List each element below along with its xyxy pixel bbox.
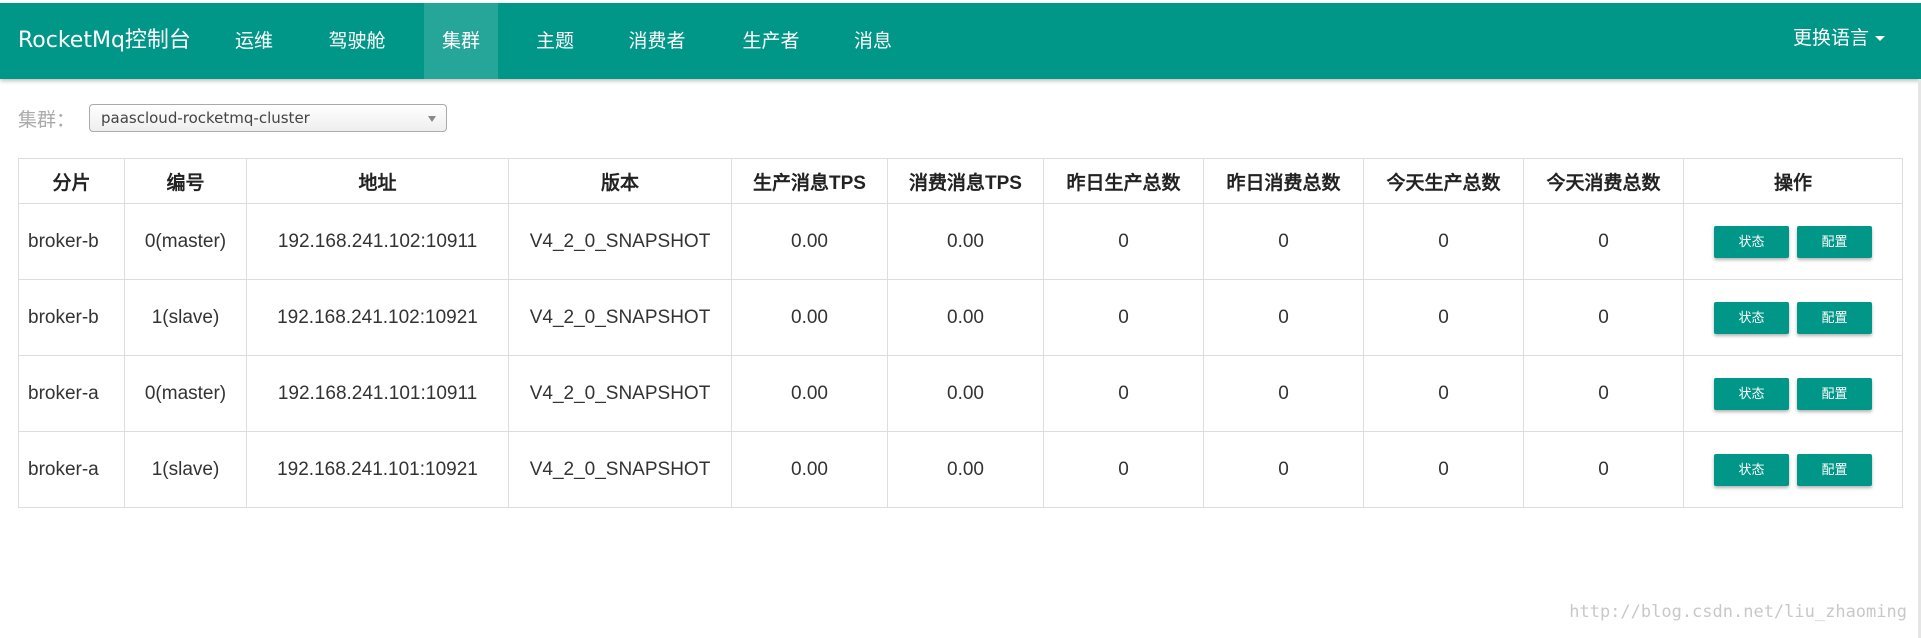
cell-shard: broker-a [18,431,125,508]
table-row: broker-b 0(master) 192.168.241.102:10911… [18,203,1903,280]
cell-today-consume: 0 [1523,431,1684,508]
status-button[interactable]: 状态 [1714,377,1789,410]
cell-address: 192.168.241.102:10911 [246,203,509,280]
cell-shard: broker-b [18,203,125,280]
cell-today-consume: 0 [1523,203,1684,280]
cell-actions: 状态 配置 [1683,355,1903,432]
cell-id: 1(slave) [124,431,247,508]
cell-yesterday-consume: 0 [1203,279,1364,356]
broker-table: 分片 编号 地址 版本 生产消息TPS 消费消息TPS 昨日生产总数 昨日消费总… [18,158,1903,508]
cluster-select[interactable]: paascloud-rocketmq-cluster [89,104,447,132]
cell-actions: 状态 配置 [1683,203,1903,280]
cell-consume-tps: 0.00 [887,279,1044,356]
cell-today-consume: 0 [1523,279,1684,356]
cell-actions: 状态 配置 [1683,279,1903,356]
nav-cluster[interactable]: 集群 [424,3,498,79]
cell-today-produce: 0 [1363,355,1524,432]
cell-yesterday-consume: 0 [1203,431,1364,508]
cell-today-consume: 0 [1523,355,1684,432]
cell-today-produce: 0 [1363,431,1524,508]
cell-yesterday-produce: 0 [1043,203,1204,280]
column-header: 编号 [124,158,247,204]
cell-produce-tps: 0.00 [731,431,888,508]
cell-consume-tps: 0.00 [887,355,1044,432]
cell-consume-tps: 0.00 [887,203,1044,280]
cell-shard: broker-b [18,279,125,356]
nav-consumer[interactable]: 消费者 [610,3,704,79]
cell-address: 192.168.241.101:10911 [246,355,509,432]
column-header: 地址 [246,158,509,204]
column-header: 今天消费总数 [1523,158,1684,204]
config-button[interactable]: 配置 [1797,225,1872,258]
status-button[interactable]: 状态 [1714,301,1789,334]
table-row: broker-a 1(slave) 192.168.241.101:10921 … [18,431,1903,508]
cluster-label: 集群： [18,109,76,131]
config-button[interactable]: 配置 [1797,377,1872,410]
cluster-select-value: paascloud-rocketmq-cluster [101,109,310,127]
cell-today-produce: 0 [1363,279,1524,356]
column-header: 生产消息TPS [731,158,888,204]
cell-version: V4_2_0_SNAPSHOT [508,279,732,356]
config-button[interactable]: 配置 [1797,301,1872,334]
watermark-text: http://blog.csdn.net/liu_zhaoming [1569,602,1907,622]
cell-yesterday-produce: 0 [1043,431,1204,508]
column-header: 昨日生产总数 [1043,158,1204,204]
cell-address: 192.168.241.101:10921 [246,431,509,508]
column-header: 版本 [508,158,732,204]
cell-version: V4_2_0_SNAPSHOT [508,355,732,432]
table-row: broker-b 1(slave) 192.168.241.102:10921 … [18,279,1903,356]
cell-produce-tps: 0.00 [731,203,888,280]
table-header-row: 分片 编号 地址 版本 生产消息TPS 消费消息TPS 昨日生产总数 昨日消费总… [18,158,1903,204]
nav-topic[interactable]: 主题 [520,3,590,79]
column-header: 操作 [1683,158,1903,204]
cell-yesterday-produce: 0 [1043,279,1204,356]
cell-consume-tps: 0.00 [887,431,1044,508]
cell-today-produce: 0 [1363,203,1524,280]
config-button[interactable]: 配置 [1797,453,1872,486]
cell-produce-tps: 0.00 [731,279,888,356]
cell-id: 0(master) [124,203,247,280]
status-button[interactable]: 状态 [1714,225,1789,258]
cell-yesterday-consume: 0 [1203,355,1364,432]
column-header: 今天生产总数 [1363,158,1524,204]
language-dropdown[interactable]: 更换语言 [1793,3,1885,79]
top-navbar: RocketMq控制台 运维 驾驶舱 集群 主题 消费者 生产者 消息 更换语言 [0,3,1921,79]
cell-produce-tps: 0.00 [731,355,888,432]
column-header: 昨日消费总数 [1203,158,1364,204]
cell-version: V4_2_0_SNAPSHOT [508,203,732,280]
cell-id: 0(master) [124,355,247,432]
cell-address: 192.168.241.102:10921 [246,279,509,356]
caret-down-icon [1875,36,1885,41]
cell-shard: broker-a [18,355,125,432]
table-row: broker-a 0(master) 192.168.241.101:10911… [18,355,1903,432]
cell-version: V4_2_0_SNAPSHOT [508,431,732,508]
cell-yesterday-produce: 0 [1043,355,1204,432]
nav-dashboard[interactable]: 驾驶舱 [310,3,404,79]
brand-title[interactable]: RocketMq控制台 [18,3,191,79]
language-label: 更换语言 [1792,27,1869,49]
cell-id: 1(slave) [124,279,247,356]
cell-yesterday-consume: 0 [1203,203,1364,280]
cell-actions: 状态 配置 [1683,431,1903,508]
nav-producer[interactable]: 生产者 [724,3,818,79]
nav-message[interactable]: 消息 [838,3,908,79]
status-button[interactable]: 状态 [1714,453,1789,486]
nav-ops[interactable]: 运维 [220,3,288,79]
column-header: 消费消息TPS [887,158,1044,204]
select-arrow-icon [428,116,436,122]
column-header: 分片 [18,158,125,204]
